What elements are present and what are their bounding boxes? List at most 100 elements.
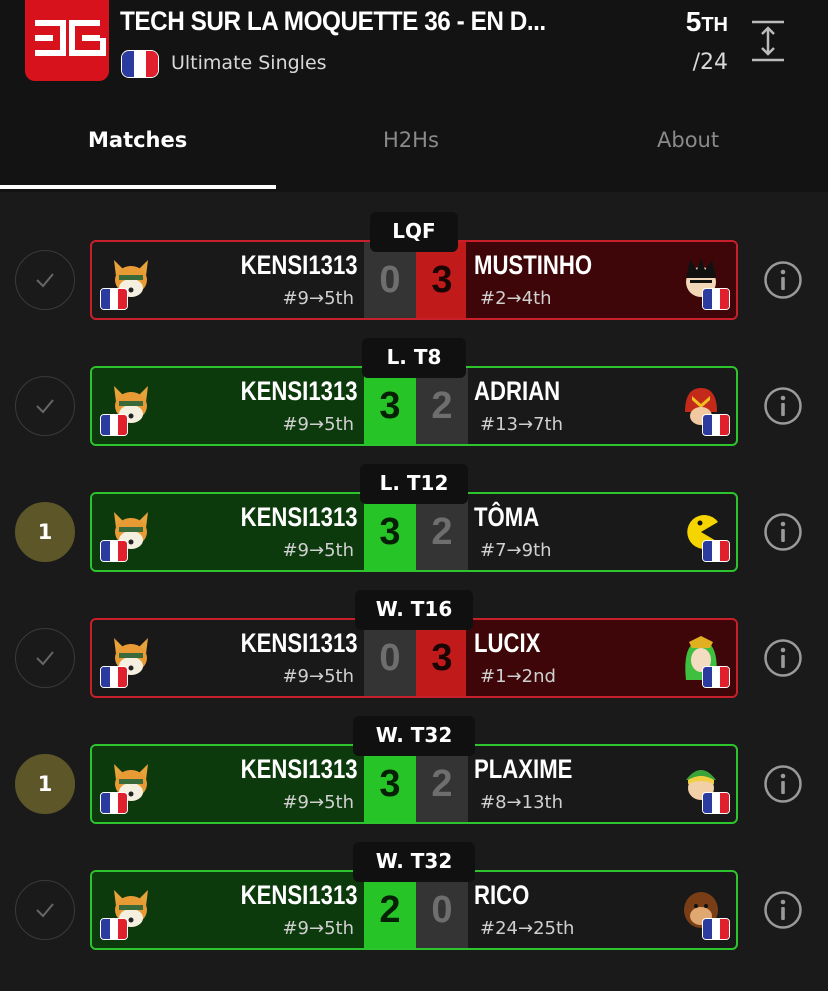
opponent-side: LUCIX #1→2nd <box>466 620 736 696</box>
match-row-4[interactable]: KENSI1313 #9→5th 0 3 LUCIX #1→2nd W. T16 <box>0 588 828 714</box>
player-name[interactable]: KENSI1313 <box>241 628 358 659</box>
player-side: KENSI1313 #9→5th <box>92 620 364 696</box>
tab-about[interactable]: About <box>657 128 719 152</box>
opponent-score: 2 <box>416 368 468 444</box>
opponent-name[interactable]: PLAXIME <box>474 754 572 785</box>
expand-icon[interactable] <box>752 20 784 62</box>
opponent-side: MUSTINHO #2→4th <box>466 242 736 318</box>
france-flag-icon <box>100 540 128 562</box>
match-card[interactable]: KENSI1313 #9→5th 2 0 RICO #24→25th <box>90 870 738 950</box>
entrant-count: /24 <box>692 50 728 75</box>
player-seed: #9→5th <box>282 918 354 939</box>
match-row-3[interactable]: 1 KENSI1313 #9→5th 3 2 TÔMA #7→9th L. T1… <box>0 462 828 588</box>
info-icon[interactable] <box>763 260 803 300</box>
opponent-name[interactable]: ADRIAN <box>474 376 560 407</box>
check-icon <box>15 376 75 436</box>
round-label: L. T12 <box>360 464 468 504</box>
france-flag-icon <box>100 792 128 814</box>
player-seed: #9→5th <box>282 288 354 309</box>
opponent-name[interactable]: MUSTINHO <box>474 250 592 281</box>
opponent-score: 2 <box>416 746 468 822</box>
info-icon[interactable] <box>763 890 803 930</box>
france-flag-icon <box>100 288 128 310</box>
player-seed: #9→5th <box>282 414 354 435</box>
france-flag-icon <box>121 50 159 78</box>
check-icon <box>15 250 75 310</box>
player-side: KENSI1313 #9→5th <box>92 494 364 570</box>
player-score: 3 <box>364 494 416 570</box>
match-row-1[interactable]: KENSI1313 #9→5th 0 3 MUSTINHO #2→4th LQF <box>0 210 828 336</box>
player-side: KENSI1313 #9→5th <box>92 872 364 948</box>
opponent-side: RICO #24→25th <box>466 872 736 948</box>
france-flag-icon <box>702 918 730 940</box>
round-label: W. T16 <box>355 590 473 630</box>
france-flag-icon <box>702 288 730 310</box>
opponent-side: TÔMA #7→9th <box>466 494 736 570</box>
info-icon[interactable] <box>763 638 803 678</box>
match-card[interactable]: KENSI1313 #9→5th 3 2 TÔMA #7→9th <box>90 492 738 572</box>
player-score: 2 <box>364 872 416 948</box>
player-side: KENSI1313 #9→5th <box>92 746 364 822</box>
tab-indicator <box>0 185 276 189</box>
france-flag-icon <box>702 792 730 814</box>
player-name[interactable]: KENSI1313 <box>241 502 358 533</box>
player-side: KENSI1313 #9→5th <box>92 242 364 318</box>
player-seed: #9→5th <box>282 666 354 687</box>
france-flag-icon <box>702 666 730 688</box>
player-name[interactable]: KENSI1313 <box>241 880 358 911</box>
opponent-seed: #8→13th <box>480 792 563 813</box>
event-name: Ultimate Singles <box>171 52 327 74</box>
france-flag-icon <box>702 540 730 562</box>
match-row-5[interactable]: 1 KENSI1313 #9→5th 3 2 PLAXIME #8→13th W… <box>0 714 828 840</box>
france-flag-icon <box>702 414 730 436</box>
match-card[interactable]: KENSI1313 #9→5th 3 2 ADRIAN #13→7th <box>90 366 738 446</box>
opponent-score: 2 <box>416 494 468 570</box>
games-count-badge: 1 <box>15 502 75 562</box>
player-name[interactable]: KENSI1313 <box>241 754 358 785</box>
france-flag-icon <box>100 918 128 940</box>
match-card[interactable]: KENSI1313 #9→5th 0 3 LUCIX #1→2nd <box>90 618 738 698</box>
player-name[interactable]: KENSI1313 <box>241 250 358 281</box>
tab-bar: Matches H2Hs About <box>0 118 828 192</box>
opponent-score: 3 <box>416 620 468 696</box>
match-row-6[interactable]: KENSI1313 #9→5th 2 0 RICO #24→25th W. T3… <box>0 840 828 966</box>
match-card[interactable]: KENSI1313 #9→5th 3 2 PLAXIME #8→13th <box>90 744 738 824</box>
player-side: KENSI1313 #9→5th <box>92 368 364 444</box>
games-count-badge: 1 <box>15 754 75 814</box>
player-score: 3 <box>364 368 416 444</box>
france-flag-icon <box>100 414 128 436</box>
opponent-name[interactable]: RICO <box>474 880 529 911</box>
round-label: LQF <box>370 212 458 252</box>
round-label: W. T32 <box>353 716 475 756</box>
match-row-2[interactable]: KENSI1313 #9→5th 3 2 ADRIAN #13→7th L. T… <box>0 336 828 462</box>
app-header: TECH SUR LA MOQUETTE 36 - EN D... Ultima… <box>0 0 828 192</box>
tournament-logo <box>25 0 109 81</box>
info-icon[interactable] <box>763 386 803 426</box>
match-card[interactable]: KENSI1313 #9→5th 0 3 MUSTINHO #2→4th <box>90 240 738 320</box>
opponent-score: 0 <box>416 872 468 948</box>
france-flag-icon <box>100 666 128 688</box>
check-icon <box>15 628 75 688</box>
info-icon[interactable] <box>763 512 803 552</box>
player-name[interactable]: KENSI1313 <box>241 376 358 407</box>
opponent-seed: #24→25th <box>480 918 575 939</box>
opponent-name[interactable]: LUCIX <box>474 628 540 659</box>
player-score: 3 <box>364 746 416 822</box>
tournament-title: TECH SUR LA MOQUETTE 36 - EN D... <box>120 6 546 36</box>
round-label: L. T8 <box>362 338 466 378</box>
player-seed: #9→5th <box>282 792 354 813</box>
opponent-side: PLAXIME #8→13th <box>466 746 736 822</box>
check-icon <box>15 880 75 940</box>
player-score: 0 <box>364 242 416 318</box>
placement: 5TH <box>685 6 728 37</box>
info-icon[interactable] <box>763 764 803 804</box>
tab-h2hs[interactable]: H2Hs <box>383 128 439 152</box>
player-score: 0 <box>364 620 416 696</box>
opponent-name[interactable]: TÔMA <box>474 502 539 533</box>
opponent-seed: #2→4th <box>480 288 552 309</box>
tab-matches[interactable]: Matches <box>88 128 187 152</box>
player-seed: #9→5th <box>282 540 354 561</box>
opponent-seed: #13→7th <box>480 414 563 435</box>
round-label: W. T32 <box>353 842 475 882</box>
opponent-score: 3 <box>416 242 468 318</box>
